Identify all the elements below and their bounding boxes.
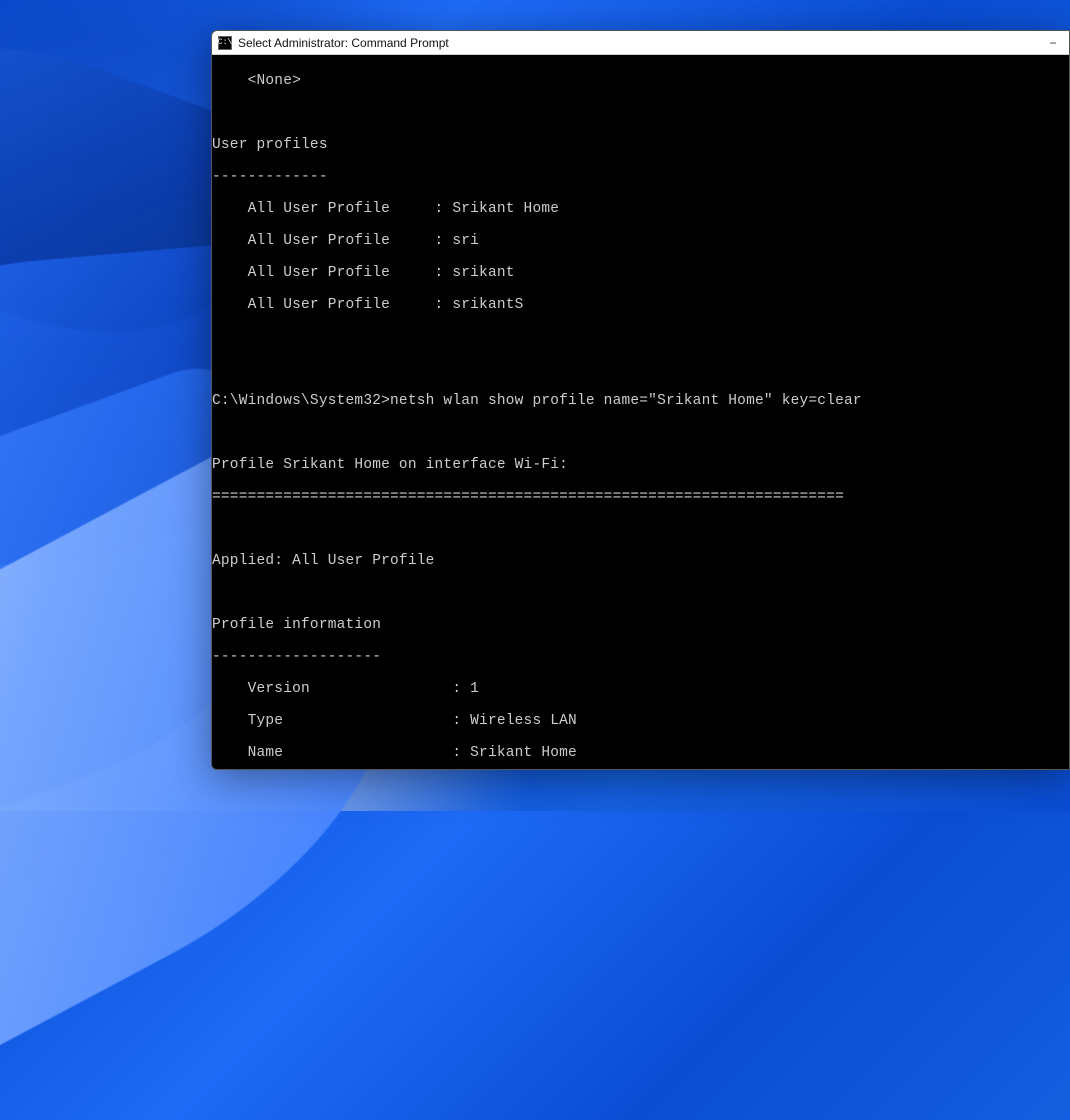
titlebar[interactable]: C:\ Select Administrator: Command Prompt… xyxy=(212,31,1069,55)
terminal-output[interactable]: <None> User profiles ------------- All U… xyxy=(212,55,1069,769)
prompt-command: C:\Windows\System32>netsh wlan show prof… xyxy=(212,393,1069,409)
profile-list-item: All User Profile : Srikant Home xyxy=(212,201,1069,217)
minimize-button[interactable]: − xyxy=(1043,36,1063,50)
output-line xyxy=(212,425,1069,441)
window-title: Select Administrator: Command Prompt xyxy=(238,36,449,50)
profile-list-item: All User Profile : srikantS xyxy=(212,297,1069,313)
kv-name: Name : Srikant Home xyxy=(212,745,1069,761)
command-prompt-window[interactable]: C:\ Select Administrator: Command Prompt… xyxy=(211,30,1070,770)
output-line xyxy=(212,329,1069,345)
output-line xyxy=(212,585,1069,601)
section-header-user-profiles: User profiles xyxy=(212,137,1069,153)
section-header-profile-info: Profile information xyxy=(212,617,1069,633)
kv-version: Version : 1 xyxy=(212,681,1069,697)
separator: ========================================… xyxy=(212,489,1069,505)
output-line xyxy=(212,105,1069,121)
separator: ------------- xyxy=(212,169,1069,185)
profile-list-item: All User Profile : sri xyxy=(212,233,1069,249)
output-line xyxy=(212,521,1069,537)
output-line xyxy=(212,361,1069,377)
cmd-app-icon: C:\ xyxy=(218,36,232,50)
output-line: <None> xyxy=(212,73,1069,89)
profile-interface-header: Profile Srikant Home on interface Wi-Fi: xyxy=(212,457,1069,473)
applied-line: Applied: All User Profile xyxy=(212,553,1069,569)
kv-type: Type : Wireless LAN xyxy=(212,713,1069,729)
profile-list-item: All User Profile : srikant xyxy=(212,265,1069,281)
separator: ------------------- xyxy=(212,649,1069,665)
